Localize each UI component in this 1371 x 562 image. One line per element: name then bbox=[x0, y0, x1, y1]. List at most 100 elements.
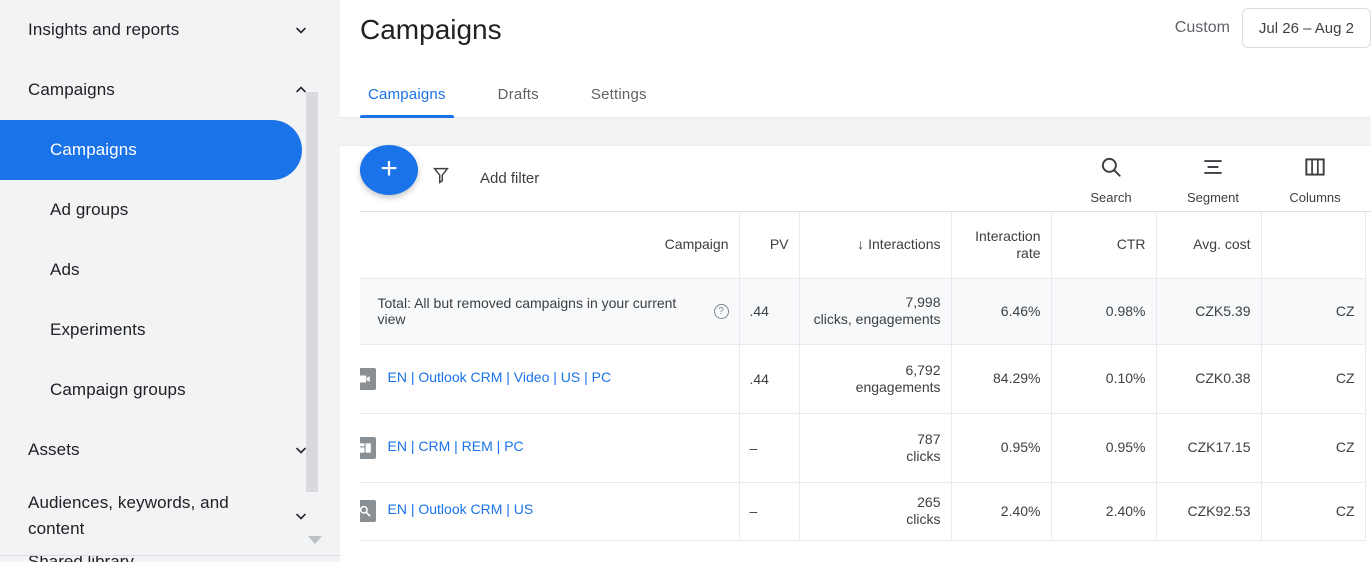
table-row[interactable]: EN | Outlook CRM | Video | US | PC .44 6… bbox=[360, 344, 1366, 414]
row-interactions-unit: clicks bbox=[906, 447, 941, 464]
row-cpv-cell: – bbox=[739, 482, 800, 541]
name-cell-wrap: EN | CRM | REM | PC bbox=[360, 436, 729, 459]
help-circle-icon[interactable]: ? bbox=[713, 303, 729, 319]
sidebar-scrollbar-thumb[interactable] bbox=[306, 92, 318, 492]
tab-bar: Campaigns Drafts Settings bbox=[340, 62, 1371, 118]
segment-button[interactable]: Segment bbox=[1177, 154, 1249, 205]
sidebar: Insights and reports Campaigns Campaigns… bbox=[0, 0, 340, 562]
sidebar-item-label: Campaigns bbox=[50, 140, 137, 159]
columns-label: Columns bbox=[1289, 190, 1341, 205]
table-header-row: Campaign PV ↓ Interactions Interaction ra… bbox=[360, 212, 1366, 279]
total-ctr-cell: 0.98% bbox=[1051, 278, 1157, 345]
campaign-link[interactable]: EN | Outlook CRM | Video | US | PC bbox=[388, 368, 612, 387]
display-icon bbox=[360, 436, 376, 459]
sidebar-section-shared-library-partial[interactable]: Shared library bbox=[28, 552, 134, 562]
sidebar-item-experiments[interactable]: Experiments bbox=[0, 300, 302, 360]
plus-icon: + bbox=[380, 151, 398, 185]
row-next-cell: CZ bbox=[1261, 344, 1366, 414]
row-ctr-cell: 0.10% bbox=[1051, 344, 1157, 414]
campaign-link[interactable]: EN | Outlook CRM | US bbox=[388, 500, 534, 519]
tab-drafts[interactable]: Drafts bbox=[490, 86, 547, 117]
sidebar-item-campaigns[interactable]: Campaigns bbox=[0, 120, 302, 180]
table-row[interactable]: EN | Outlook CRM | US – 265 clicks 2.40%… bbox=[360, 482, 1366, 541]
row-interactions-cell: 787 clicks bbox=[799, 413, 952, 483]
campaign-header[interactable]: Campaign bbox=[360, 212, 740, 279]
columns-icon bbox=[1302, 154, 1328, 185]
main-content: Campaigns Custom Jul 26 – Aug 2 Campaign… bbox=[340, 0, 1371, 562]
sidebar-item-label: Ads bbox=[50, 260, 80, 279]
row-next-cell: CZ bbox=[1261, 482, 1366, 541]
add-filter-button[interactable]: Add filter bbox=[430, 165, 539, 192]
name-cell-wrap: EN | Outlook CRM | Video | US | PC bbox=[360, 367, 729, 390]
total-label: Total: All but removed campaigns in your… bbox=[377, 295, 677, 327]
row-avg-cost-cell: CZK92.53 bbox=[1156, 482, 1262, 541]
row-ctr-cell: 0.95% bbox=[1051, 413, 1157, 483]
tab-label: Campaigns bbox=[368, 86, 446, 103]
sidebar-item-campaign-groups[interactable]: Campaign groups bbox=[0, 360, 302, 420]
date-range-custom-label: Custom bbox=[1174, 19, 1230, 36]
row-interaction-rate-cell: 0.95% bbox=[951, 413, 1052, 483]
row-interactions-cell: 6,792 engagements bbox=[799, 344, 952, 414]
row-name-cell: EN | CRM | REM | PC bbox=[360, 413, 740, 483]
tab-label: Settings bbox=[590, 86, 647, 103]
row-name-cell: EN | Outlook CRM | US bbox=[360, 482, 740, 541]
sidebar-section-campaigns[interactable]: Campaigns bbox=[0, 60, 340, 120]
interaction-rate-header[interactable]: Interaction rate bbox=[951, 212, 1052, 279]
total-label-cell: Total: All but removed campaigns in your… bbox=[360, 278, 740, 345]
row-name-cell: EN | Outlook CRM | Video | US | PC bbox=[360, 344, 740, 414]
ctr-header[interactable]: CTR bbox=[1051, 212, 1157, 279]
row-ctr-cell: 2.40% bbox=[1051, 482, 1157, 541]
filter-icon bbox=[430, 165, 452, 192]
search-button[interactable]: Search bbox=[1075, 154, 1147, 205]
campaign-link[interactable]: EN | CRM | REM | PC bbox=[388, 437, 524, 456]
row-interactions-unit: engagements bbox=[855, 378, 941, 395]
columns-button[interactable]: Columns bbox=[1279, 154, 1351, 205]
next-column-header[interactable] bbox=[1261, 212, 1366, 279]
app-root: Insights and reports Campaigns Campaigns… bbox=[0, 0, 1371, 562]
cpv-header[interactable]: PV bbox=[739, 212, 800, 279]
row-interactions-value: 787 bbox=[917, 430, 941, 447]
sidebar-divider bbox=[0, 555, 340, 556]
table-body: Total: All but removed campaigns in your… bbox=[360, 278, 1366, 541]
total-interaction-rate-cell: 6.46% bbox=[951, 278, 1052, 345]
sidebar-item-label: Campaign groups bbox=[50, 380, 186, 399]
avg-cost-header[interactable]: Avg. cost bbox=[1156, 212, 1262, 279]
date-range-picker[interactable]: Custom Jul 26 – Aug 2 bbox=[1175, 8, 1371, 48]
row-next-cell: CZ bbox=[1261, 413, 1366, 483]
sidebar-section-label: Audiences, keywords, and content bbox=[28, 493, 229, 538]
video-icon bbox=[360, 367, 376, 390]
table-row[interactable]: EN | CRM | REM | PC – 787 clicks 0.95% 0… bbox=[360, 413, 1366, 483]
total-cpv-cell: .44 bbox=[739, 278, 800, 345]
scroll-down-arrow-icon[interactable] bbox=[308, 536, 322, 544]
search-icon bbox=[1098, 154, 1124, 185]
segment-label: Segment bbox=[1186, 190, 1240, 205]
row-avg-cost-cell: CZK0.38 bbox=[1156, 344, 1262, 414]
sidebar-item-ad-groups[interactable]: Ad groups bbox=[0, 180, 302, 240]
sidebar-item-ads[interactable]: Ads bbox=[0, 240, 302, 300]
campaigns-table: Campaign PV ↓ Interactions Interaction ra… bbox=[360, 212, 1366, 541]
sidebar-section-assets[interactable]: Assets bbox=[0, 420, 340, 480]
segment-icon bbox=[1200, 154, 1226, 185]
sidebar-section-label: Campaigns bbox=[28, 80, 115, 100]
interactions-header[interactable]: ↓ Interactions bbox=[799, 212, 952, 279]
tab-label: Drafts bbox=[497, 86, 539, 103]
tab-settings[interactable]: Settings bbox=[583, 86, 655, 117]
sidebar-section-insights-and-reports[interactable]: Insights and reports bbox=[0, 0, 340, 60]
table-toolbar: Add filter Search Segment Columns bbox=[340, 146, 1371, 211]
toolbar-actions: Search Segment Columns bbox=[1075, 154, 1351, 205]
new-campaign-button[interactable]: + bbox=[360, 145, 418, 195]
total-avg-cost-cell: CZK5.39 bbox=[1156, 278, 1262, 345]
sidebar-item-label: Experiments bbox=[50, 320, 146, 339]
row-cpv-cell: – bbox=[739, 413, 800, 483]
sidebar-section-audiences-keywords-and-content[interactable]: Audiences, keywords, and content bbox=[0, 480, 340, 552]
table-total-row: Total: All but removed campaigns in your… bbox=[360, 278, 1366, 345]
tab-campaigns[interactable]: Campaigns bbox=[360, 86, 454, 118]
total-interactions-cell: 7,998 clicks, engagements bbox=[799, 278, 952, 345]
total-text-wrap: Total: All but removed campaigns in your… bbox=[360, 295, 729, 327]
date-range-value[interactable]: Jul 26 – Aug 2 bbox=[1241, 8, 1371, 48]
row-interaction-rate-cell: 84.29% bbox=[951, 344, 1052, 414]
total-interactions-unit: clicks, engagements bbox=[813, 311, 941, 327]
row-interactions-value: 6,792 bbox=[905, 361, 941, 378]
total-next-cell: CZ bbox=[1261, 278, 1366, 345]
sidebar-section-label: Assets bbox=[28, 440, 80, 460]
